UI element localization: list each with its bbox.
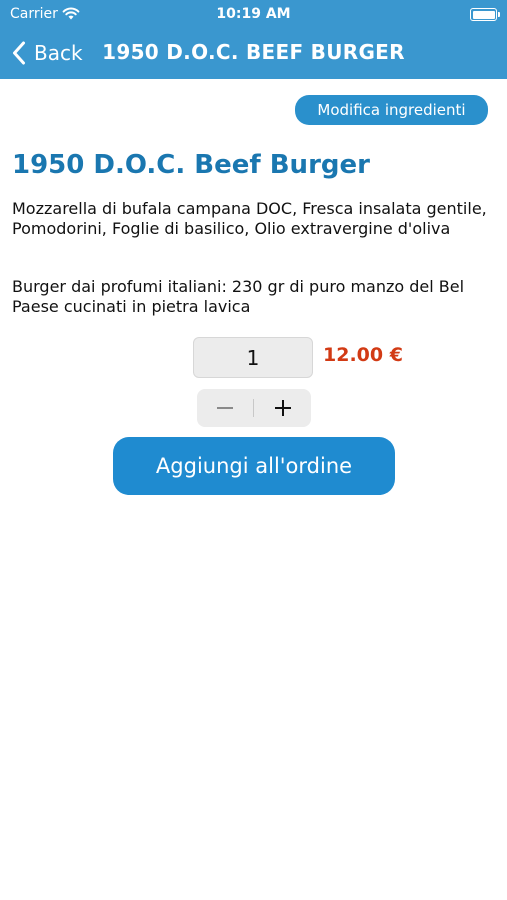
clock: 10:19 AM xyxy=(216,6,291,22)
product-ingredients: Mozzarella di bufala campana DOC, Fresca… xyxy=(12,199,487,238)
minus-icon xyxy=(217,407,233,409)
page-title: 1950 D.O.C. BEEF BURGER xyxy=(102,40,405,64)
battery-icon xyxy=(470,8,500,21)
product-price: 12.00 € xyxy=(323,344,403,366)
decrement-button[interactable] xyxy=(197,389,253,427)
quantity-field[interactable]: 1 xyxy=(193,337,313,378)
add-to-order-button[interactable]: Aggiungi all'ordine xyxy=(113,437,395,495)
edit-ingredients-button[interactable]: Modifica ingredienti xyxy=(295,95,488,125)
quantity-stepper xyxy=(197,389,311,427)
increment-button[interactable] xyxy=(255,389,311,427)
product-description: Burger dai profumi italiani: 230 gr di p… xyxy=(12,277,465,316)
product-name: 1950 D.O.C. Beef Burger xyxy=(12,150,370,180)
status-bar: Carrier 10:19 AM xyxy=(0,0,507,28)
plus-icon xyxy=(275,400,291,416)
navigation-bar: Carrier 10:19 AM Back 1950 D.O.C. BEEF B… xyxy=(0,0,507,79)
stepper-divider xyxy=(253,399,254,417)
